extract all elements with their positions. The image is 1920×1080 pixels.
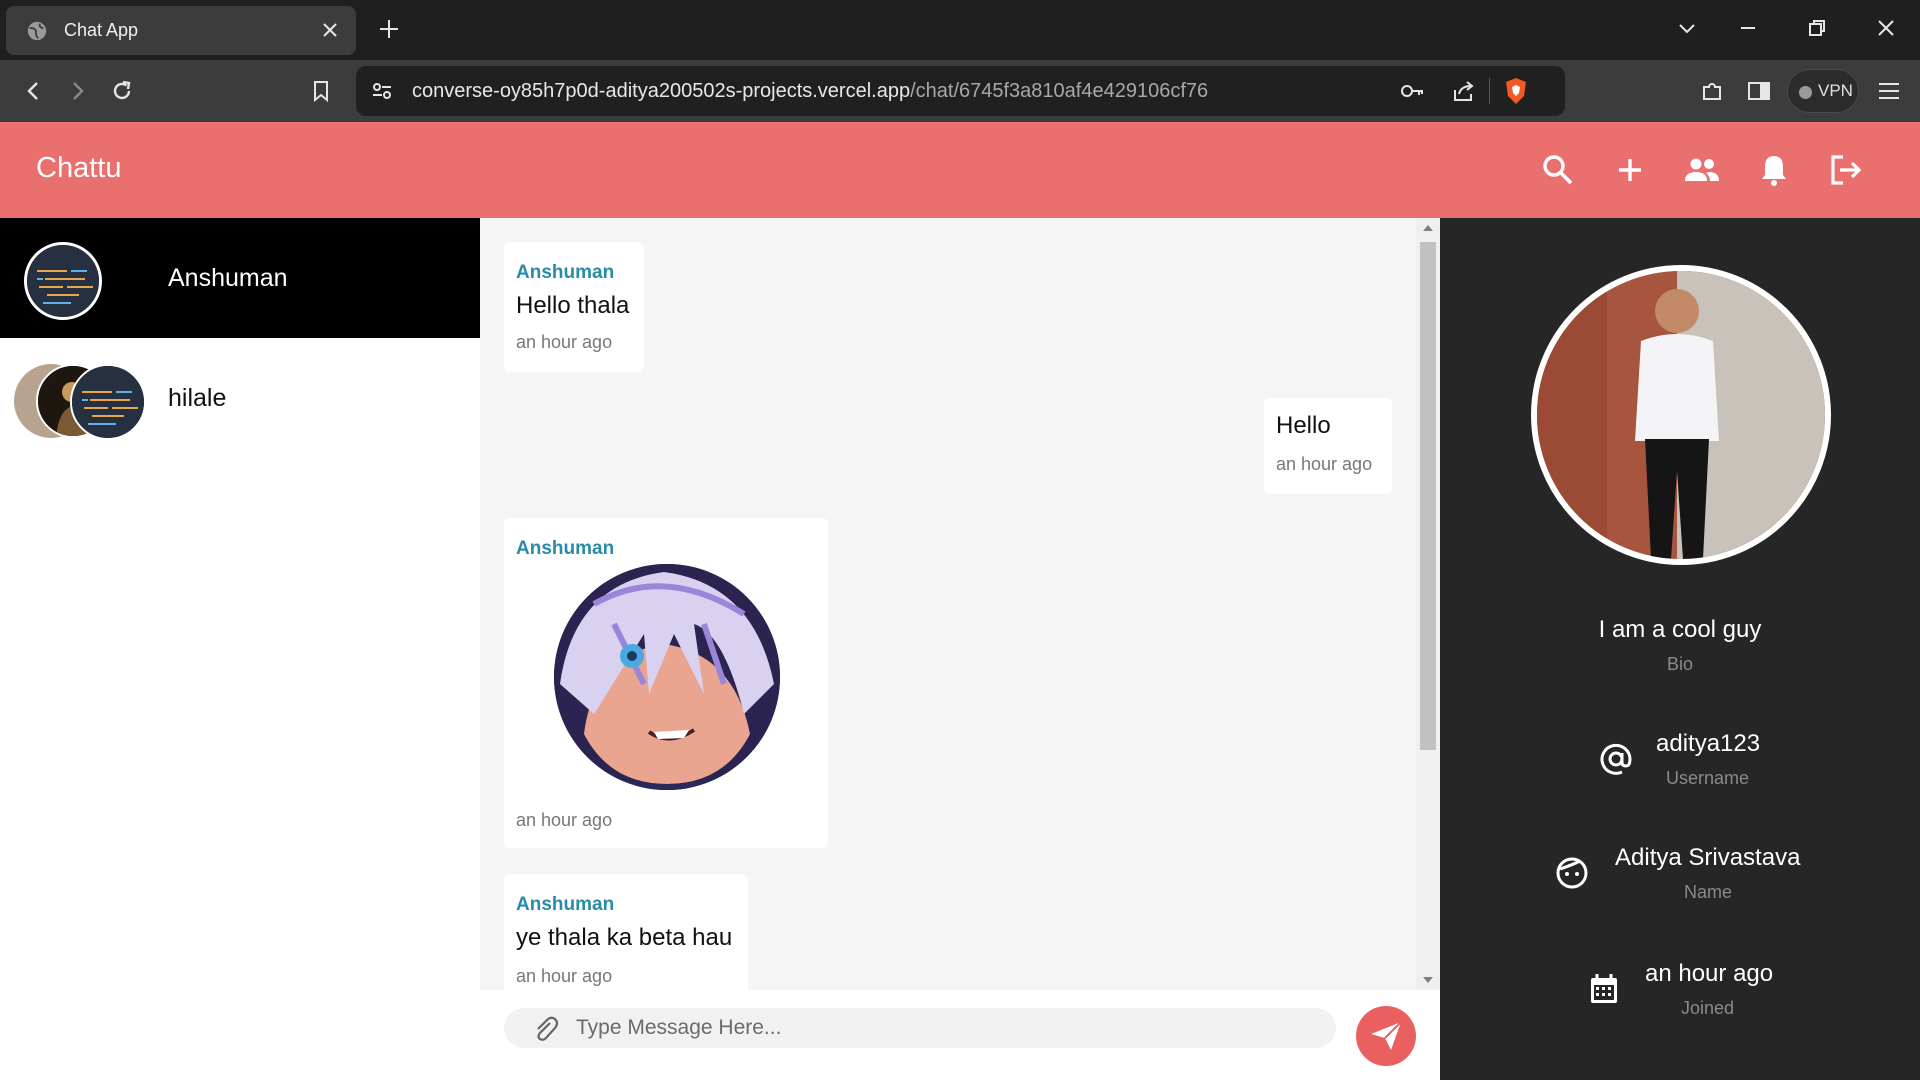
search-icon[interactable] (1538, 150, 1578, 190)
avatar-code-image (27, 245, 99, 317)
chat-window: Anshuman Hello thala an hour ago Hello a… (480, 218, 1440, 1080)
chat-list-item[interactable]: Anshuman (0, 218, 480, 338)
message-time: an hour ago (516, 810, 613, 830)
message-bubble: Anshuman ye thala ka beta hau an hour ag… (504, 874, 748, 994)
close-window-icon[interactable] (1874, 16, 1898, 40)
browser-tab-bar: Chat App (0, 0, 1920, 60)
app-header: Chattu (0, 122, 1920, 218)
profile-joined: an hour ago (1645, 960, 1774, 987)
extensions-icon[interactable] (1699, 78, 1725, 104)
tab-search-chevron-icon[interactable] (1675, 16, 1699, 40)
message-bubble: Anshuman Hello thala an hour ago (504, 242, 644, 372)
avatar-code-image (72, 366, 144, 438)
profile-joined-label: Joined (1681, 998, 1735, 1018)
app-brand[interactable]: Chattu (36, 152, 121, 185)
message-sender: Anshuman (516, 262, 615, 283)
profile-username: aditya123 (1656, 730, 1761, 757)
calendar-icon (1591, 974, 1617, 1003)
site-settings-icon[interactable] (370, 79, 394, 103)
chat-list-sidebar: Anshuman hilale (0, 218, 480, 1080)
at-sign-icon (1600, 743, 1632, 775)
brave-shields-icon[interactable] (1503, 76, 1529, 106)
globe-icon (27, 21, 47, 41)
profile-username-label: Username (1666, 768, 1750, 788)
notifications-icon[interactable] (1754, 150, 1794, 190)
chat-name: hilale (168, 384, 227, 412)
close-tab-icon[interactable] (320, 20, 340, 40)
profile-name-label: Name (1684, 882, 1733, 902)
message-bubble: Hello an hour ago (1264, 398, 1392, 494)
sidebar-toggle-icon[interactable] (1746, 78, 1772, 104)
share-icon[interactable] (1451, 78, 1477, 104)
menu-icon[interactable] (1876, 78, 1902, 104)
profile-name: Aditya Srivastava (1615, 844, 1801, 871)
message-image-attachment[interactable] (554, 564, 780, 790)
message-time: an hour ago (516, 332, 613, 352)
message-text: Hello thala (516, 292, 630, 319)
vpn-status-icon (1799, 86, 1812, 99)
anime-avatar-image (554, 564, 780, 790)
message-composer (480, 990, 1440, 1080)
message-input[interactable] (504, 1008, 1336, 1048)
message-time: an hour ago (1276, 454, 1373, 474)
face-icon (1556, 857, 1588, 889)
browser-tab[interactable]: Chat App (6, 6, 356, 55)
message-time: an hour ago (516, 966, 613, 986)
reload-icon[interactable] (109, 78, 135, 104)
bookmark-icon[interactable] (308, 78, 334, 104)
avatar (24, 242, 102, 320)
vpn-label: VPN (1818, 81, 1853, 100)
profile-person-image (1537, 271, 1825, 559)
scroll-down-icon[interactable] (1422, 976, 1434, 984)
logout-icon[interactable] (1826, 150, 1866, 190)
add-icon[interactable] (1610, 150, 1650, 190)
profile-bio-label: Bio (1666, 654, 1693, 674)
vpn-button[interactable]: VPN (1787, 69, 1859, 113)
address-bar[interactable]: converse-oy85h7p0d-aditya200502s-project… (356, 66, 1565, 116)
group-icon[interactable] (1682, 150, 1722, 190)
new-tab-icon[interactable] (378, 18, 400, 40)
chat-list-item[interactable]: hilale (0, 338, 480, 458)
restore-icon[interactable] (1805, 16, 1829, 40)
message-text: Hello (1276, 412, 1331, 439)
url-host: converse-oy85h7p0d-aditya200502s-project… (412, 80, 911, 102)
omnibox-divider (1489, 78, 1490, 104)
chat-scrollbar[interactable] (1416, 218, 1440, 990)
message-sender: Anshuman (516, 538, 615, 559)
message-sender: Anshuman (516, 894, 615, 915)
key-icon[interactable] (1400, 79, 1426, 103)
profile-panel: I am a cool guy Bio aditya123 Username A… (1440, 218, 1920, 1080)
avatar (70, 364, 146, 440)
send-icon (1371, 1021, 1402, 1050)
minimize-icon[interactable] (1736, 16, 1760, 40)
browser-toolbar: converse-oy85h7p0d-aditya200502s-project… (0, 60, 1920, 122)
url-text: converse-oy85h7p0d-aditya200502s-project… (412, 80, 1208, 103)
url-path: /chat/6745f3a810af4e429106cf76 (910, 80, 1209, 102)
scroll-up-icon[interactable] (1422, 224, 1434, 232)
tab-title: Chat App (64, 20, 139, 40)
profile-bio: I am a cool guy (1598, 616, 1762, 643)
message-text: ye thala ka beta hau (516, 924, 733, 951)
back-icon[interactable] (21, 78, 47, 104)
scroll-thumb[interactable] (1420, 242, 1436, 750)
chat-name: Anshuman (168, 264, 288, 292)
forward-icon[interactable] (64, 78, 90, 104)
attach-file-icon[interactable] (530, 1014, 560, 1044)
profile-photo (1531, 265, 1831, 565)
message-bubble: Anshuman an hour ago (504, 518, 828, 848)
send-button[interactable] (1356, 1006, 1416, 1066)
